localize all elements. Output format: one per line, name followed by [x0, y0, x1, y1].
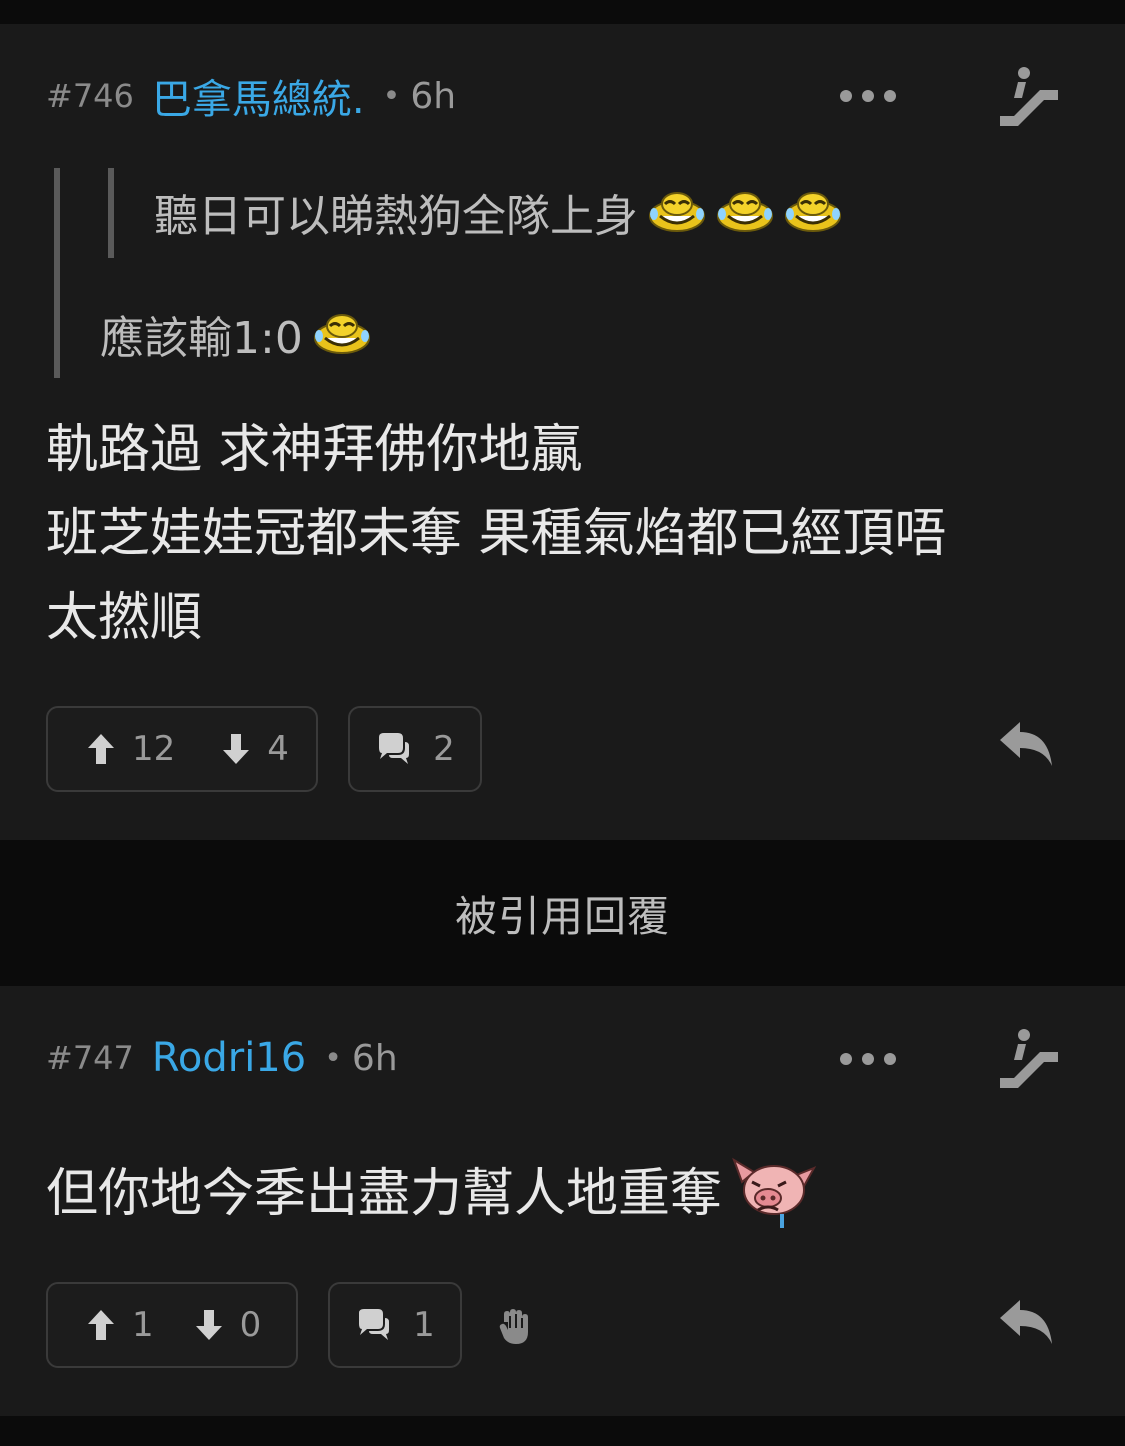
arrow-up-icon	[88, 734, 114, 764]
username[interactable]: 巴拿馬總統.	[152, 67, 365, 125]
downvote-button[interactable]: 0	[194, 1305, 262, 1345]
more-options-icon[interactable]	[840, 84, 896, 108]
body-line: 軌路過 求神拜佛你地贏	[46, 420, 583, 480]
upvote-count: 12	[132, 729, 176, 769]
separator-dot: •	[324, 1040, 342, 1076]
arrow-up-icon	[88, 1310, 114, 1340]
quoted-replies-header[interactable]: 被引用回覆	[0, 840, 1125, 986]
downvote-button[interactable]: 4	[221, 729, 289, 769]
top-strip	[0, 0, 1125, 24]
quote-bar-inner	[108, 168, 114, 258]
crying-pig-emoji-icon	[732, 1157, 817, 1228]
upvote-count: 1	[132, 1305, 154, 1345]
post-number[interactable]: #747	[46, 1039, 134, 1077]
arrow-down-icon	[223, 734, 250, 764]
post-number[interactable]: #746	[46, 77, 134, 115]
bottom-strip	[0, 1416, 1125, 1446]
quoted-replies-label: 被引用回覆	[454, 891, 670, 941]
outer-quote-text: 應該輸1:0	[100, 313, 303, 364]
escalator-icon[interactable]	[996, 64, 1062, 130]
post-header: #747 Rodri16 • 6h	[46, 1028, 398, 1088]
laughing-emoji-icon	[785, 192, 841, 232]
body-line: 但你地今季出盡力幫人地重奪	[46, 1164, 723, 1224]
post-time: 6h	[410, 75, 457, 117]
reply-icon[interactable]	[996, 718, 1056, 770]
comments-button[interactable]: 2	[348, 706, 482, 792]
nested-quote-text: 聽日可以睇熱狗全隊上身	[154, 191, 638, 242]
reply-icon[interactable]	[996, 1296, 1056, 1348]
escalator-icon[interactable]	[996, 1026, 1062, 1092]
more-options-icon[interactable]	[840, 1047, 896, 1071]
post-body: 但你地今季出盡力幫人地重奪	[46, 1152, 820, 1236]
downvote-count: 4	[267, 729, 289, 769]
body-line: 太撚順	[46, 588, 203, 648]
outer-quote: 應該輸1:0	[100, 302, 371, 366]
body-line: 班芝娃娃冠都未奪 果種氣焰都已經頂唔	[46, 504, 947, 564]
quote-bar-outer	[54, 168, 60, 378]
comments-button[interactable]: 1	[328, 1282, 462, 1368]
post-body: 軌路過 求神拜佛你地贏 班芝娃娃冠都未奪 果種氣焰都已經頂唔 太撚順	[46, 408, 947, 660]
laughing-emoji-icon	[717, 192, 773, 232]
upvote-button[interactable]: 1	[86, 1305, 154, 1345]
upvote-button[interactable]: 12	[86, 729, 175, 769]
comments-icon	[359, 1309, 390, 1340]
comment-count: 2	[433, 729, 455, 769]
laughing-emoji-icon	[649, 192, 705, 232]
username[interactable]: Rodri16	[152, 1035, 306, 1081]
comments-icon	[379, 733, 410, 764]
vote-box: 1 0	[46, 1282, 298, 1368]
comment-count: 1	[413, 1305, 435, 1345]
laughing-emoji-icon	[313, 314, 370, 354]
arrow-down-icon	[195, 1310, 222, 1340]
post-header: #746 巴拿馬總統. • 6h	[46, 66, 456, 126]
post-time: 6h	[351, 1037, 398, 1079]
hand-icon[interactable]	[498, 1308, 532, 1346]
downvote-count: 0	[239, 1305, 262, 1345]
separator-dot: •	[382, 78, 401, 114]
vote-box: 12 4	[46, 706, 318, 792]
nested-quote: 聽日可以睇熱狗全隊上身	[154, 180, 842, 244]
